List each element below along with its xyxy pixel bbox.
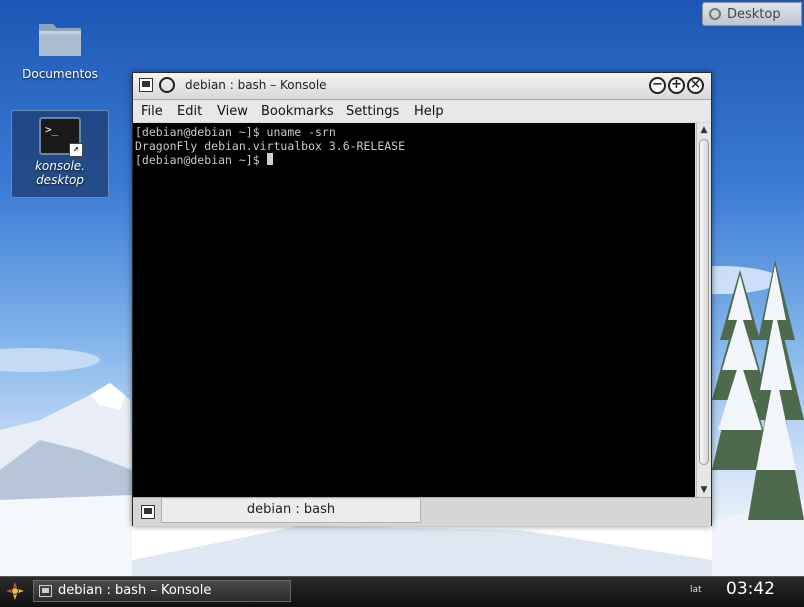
terminal-scrollbar[interactable]: ▲ ▼ (696, 123, 711, 497)
keyboard-layout-indicator[interactable]: lat (690, 585, 702, 595)
desktop-switcher-button[interactable]: Desktop (702, 2, 802, 26)
desktop-icon-label: Documentos (22, 67, 98, 81)
session-tabbar: debian : bash (133, 497, 711, 526)
terminal-line: [debian@debian ~]$ uname -srn (135, 125, 336, 139)
menu-settings[interactable]: Settings (346, 104, 399, 119)
desktop-tab-label: Desktop (727, 7, 781, 22)
terminal-output[interactable]: [debian@debian ~]$ uname -srn DragonFly … (133, 123, 695, 497)
menu-view[interactable]: View (217, 104, 248, 119)
menu-file[interactable]: File (141, 104, 163, 119)
shortcut-arrow-icon: ↗ (69, 143, 83, 157)
terminal-prompt: [debian@debian ~]$ (135, 153, 267, 167)
on-all-desktops-icon[interactable] (159, 77, 175, 93)
terminal-icon: >_ ↗ (39, 117, 83, 157)
taskbar-task-konsole[interactable]: debian : bash – Konsole (33, 580, 291, 602)
scrollbar-thumb[interactable] (699, 139, 709, 465)
terminal-cursor (266, 153, 273, 165)
window-title: debian : bash – Konsole (185, 78, 327, 92)
clock[interactable]: 03:42 (726, 579, 775, 599)
task-label: debian : bash – Konsole (58, 583, 212, 598)
desktop-icon (709, 8, 721, 20)
window-titlebar[interactable]: debian : bash – Konsole − + × (133, 73, 711, 100)
desktop-icon-documentos[interactable]: Documentos (12, 18, 108, 81)
menu-help[interactable]: Help (414, 104, 444, 119)
konsole-task-icon (39, 585, 52, 597)
konsole-app-icon[interactable] (139, 78, 153, 92)
desktop-icon-label-line1: konsole. (34, 159, 86, 173)
new-tab-icon[interactable] (141, 505, 155, 519)
menu-bookmarks[interactable]: Bookmarks (261, 104, 334, 119)
tab-session[interactable]: debian : bash (161, 499, 421, 523)
terminal-line: DragonFly debian.virtualbox 3.6-RELEASE (135, 139, 406, 153)
application-launcher-icon[interactable] (4, 580, 26, 602)
maximize-button[interactable]: + (668, 77, 685, 94)
scroll-up-arrow-icon[interactable]: ▲ (699, 125, 709, 135)
taskbar: debian : bash – Konsole lat 03:42 (0, 576, 804, 607)
konsole-window[interactable]: debian : bash – Konsole − + × File Edit … (132, 72, 712, 526)
desktop-icon-konsole[interactable]: >_ ↗ konsole. desktop (11, 110, 109, 198)
folder-icon (39, 24, 81, 56)
scroll-down-arrow-icon[interactable]: ▼ (699, 485, 709, 495)
minimize-button[interactable]: − (649, 77, 666, 94)
close-button[interactable]: × (687, 77, 704, 94)
menubar: File Edit View Bookmarks Settings Help (133, 100, 711, 122)
desktop-icon-label-line2: desktop (36, 173, 84, 187)
menu-edit[interactable]: Edit (177, 104, 202, 119)
